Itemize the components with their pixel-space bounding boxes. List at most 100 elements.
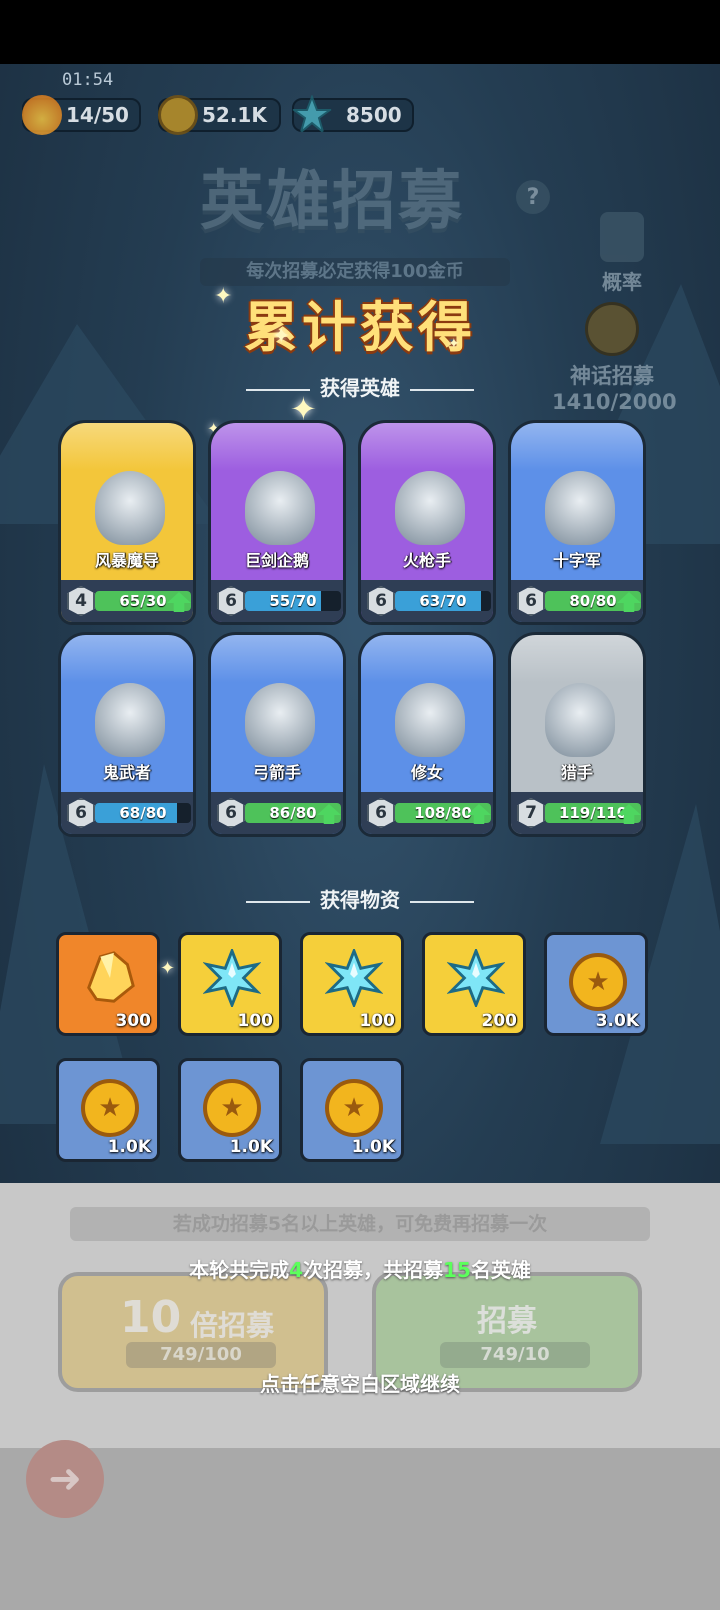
item-quantity: 200: [481, 1011, 518, 1031]
crystal-gem-icon: [292, 95, 332, 135]
hero-shard-count: 63/70: [419, 592, 467, 610]
reward-item[interactable]: 300: [56, 932, 160, 1036]
gold-coin-icon: ★: [81, 1079, 139, 1137]
hero-card[interactable]: 鬼武者 6 68/80: [58, 632, 196, 837]
reward-item[interactable]: ★ 3.0K: [544, 932, 648, 1036]
energy-flame-icon: [22, 95, 62, 135]
hero-portrait: [95, 471, 165, 545]
footer-area: [0, 1448, 720, 1610]
reward-item[interactable]: 200: [422, 932, 526, 1036]
hero-level-badge: 6: [217, 798, 245, 828]
divider: [246, 900, 310, 903]
summary-count: 4: [289, 1258, 304, 1282]
hero-level-badge: 6: [217, 586, 245, 616]
ten-recruit-label: 倍招募: [190, 1309, 275, 1342]
hero-name: 巨剑企鹅: [244, 551, 309, 570]
gold-coin-icon: ★: [569, 953, 627, 1011]
free-recruit-note: 若成功招募5名以上英雄，可免费再招募一次: [70, 1207, 650, 1241]
reward-item[interactable]: ★ 1.0K: [56, 1058, 160, 1162]
item-quantity: 100: [237, 1011, 274, 1031]
ten-recruit-number: 10: [120, 1292, 182, 1343]
blue-crystal-icon: [447, 949, 505, 1007]
summary-heroes: 15: [443, 1258, 471, 1282]
hero-name: 十字军: [552, 551, 601, 570]
sparkle-icon: ✦: [272, 324, 291, 349]
summary-suffix: 名英雄: [470, 1258, 531, 1282]
reward-item[interactable]: ★ 1.0K: [178, 1058, 282, 1162]
hero-portrait: [395, 683, 465, 757]
summary-prefix: 本轮共完成: [189, 1258, 290, 1282]
hero-portrait: [95, 683, 165, 757]
reward-item[interactable]: 100: [178, 932, 282, 1036]
hero-level-badge: 6: [367, 586, 395, 616]
heroes-header-label: 获得英雄: [320, 376, 400, 400]
hero-card-footer: 6 80/80: [511, 580, 643, 622]
hero-name: 火枪手: [402, 551, 451, 570]
item-quantity: 300: [115, 1011, 152, 1031]
hero-level-badge: 4: [67, 586, 95, 616]
gold-coin-icon: ★: [203, 1079, 261, 1137]
item-quantity: 1.0K: [351, 1137, 395, 1157]
sparkle-icon: ✦: [214, 284, 233, 309]
hero-portrait: [245, 683, 315, 757]
hero-card-footer: 4 65/30: [61, 580, 193, 622]
sparkle-icon: ✦: [160, 958, 176, 979]
hero-card[interactable]: 弓箭手 6 86/80: [208, 632, 346, 837]
hero-name: 鬼武者: [102, 763, 151, 782]
crystal-value: 8500: [346, 103, 402, 127]
gold-coin-icon: ★: [325, 1079, 383, 1137]
resource-energy[interactable]: 14/50: [22, 95, 141, 135]
hero-card[interactable]: 十字军 6 80/80: [508, 420, 646, 625]
hero-name: 猎手: [560, 763, 593, 782]
summary-mid: 次招募，共招募: [303, 1258, 444, 1282]
hero-card[interactable]: 修女 6 108/80: [358, 632, 496, 837]
resource-gold[interactable]: 52.1K: [158, 95, 281, 135]
resource-crystal[interactable]: 8500: [292, 95, 414, 135]
hero-name: 修女: [410, 763, 443, 782]
hero-portrait: [245, 471, 315, 545]
hero-card-footer: 6 55/70: [211, 580, 343, 622]
hero-card[interactable]: 风暴魔导 4 65/30: [58, 420, 196, 625]
item-quantity: 1.0K: [229, 1137, 273, 1157]
hero-level-badge: 7: [517, 798, 545, 828]
hero-portrait: [545, 683, 615, 757]
reward-item[interactable]: ★ 1.0K: [300, 1058, 404, 1162]
ten-recruit-cost: 749/100: [126, 1342, 276, 1368]
hero-card-footer: 6 108/80: [361, 792, 493, 834]
hero-card-footer: 6 68/80: [61, 792, 193, 834]
hero-shard-progress: 55/70: [245, 591, 341, 611]
hero-shard-count: 68/80: [119, 804, 167, 822]
document-icon: [600, 212, 644, 262]
hero-card-footer: 7 119/110: [511, 792, 643, 834]
single-recruit-cost: 749/10: [440, 1342, 590, 1368]
items-header-label: 获得物资: [320, 888, 400, 912]
item-quantity: 100: [359, 1011, 396, 1031]
gold-value: 52.1K: [202, 103, 267, 127]
gold-coin-icon: [158, 95, 198, 135]
single-recruit-label: 招募: [477, 1304, 537, 1339]
recruit-subtitle: 每次招募必定获得100金币: [200, 258, 510, 286]
help-icon[interactable]: ?: [516, 180, 550, 214]
back-arrow-icon[interactable]: ➜: [26, 1440, 104, 1518]
divider: [410, 388, 474, 391]
hero-card[interactable]: 猎手 7 119/110: [508, 632, 646, 837]
hero-card[interactable]: 火枪手 6 63/70: [358, 420, 496, 625]
blue-crystal-icon: [203, 949, 261, 1007]
hero-portrait: [545, 471, 615, 545]
energy-value: 14/50: [66, 103, 129, 127]
divider: [410, 900, 474, 903]
hero-portrait: [395, 471, 465, 545]
recruit-summary: 本轮共完成4次招募，共招募15名英雄: [0, 1254, 720, 1283]
reward-item[interactable]: 100: [300, 932, 404, 1036]
hero-level-badge: 6: [67, 798, 95, 828]
hero-name: 弓箭手: [252, 763, 301, 782]
hero-card[interactable]: 巨剑企鹅 6 55/70: [208, 420, 346, 625]
divider: [246, 388, 310, 391]
heroes-section-header: 获得英雄: [0, 372, 720, 401]
hero-shard-progress: 63/70: [395, 591, 491, 611]
timer: 01:54: [62, 70, 114, 90]
continue-hint[interactable]: 点击任意空白区域继续: [0, 1368, 720, 1397]
hero-level-badge: 6: [367, 798, 395, 828]
hero-name: 风暴魔导: [94, 551, 159, 570]
orange-crystal-icon: [87, 951, 135, 1003]
